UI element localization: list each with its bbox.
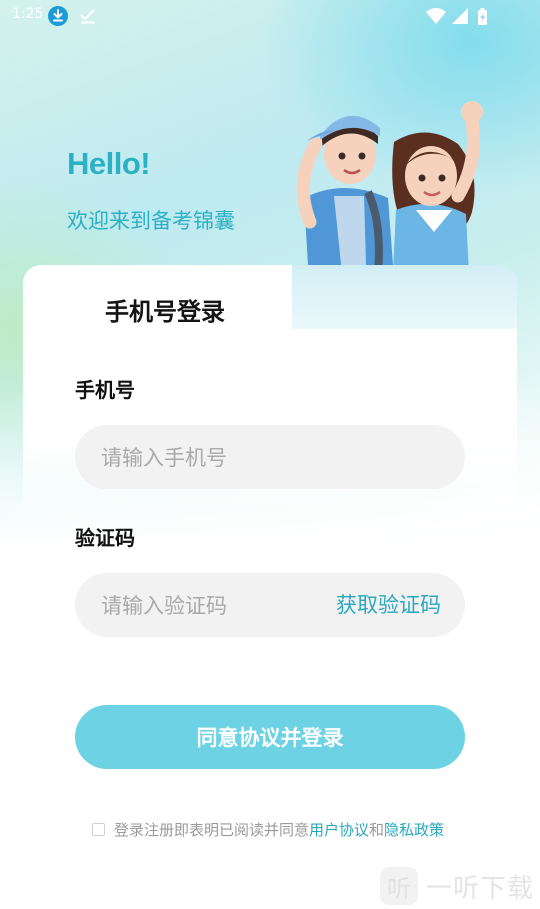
privacy-policy-link[interactable]: 隐私政策 [384, 819, 444, 840]
welcome-subtitle: 欢迎来到备考锦囊 [67, 209, 235, 233]
signal-icon [452, 8, 468, 24]
status-icons [424, 6, 514, 26]
agreement-text: 登录注册即表明已阅读并同意 [114, 820, 310, 839]
agreement-and: 和 [369, 820, 385, 839]
phone-label: 手机号 [75, 378, 135, 402]
status-bar: 1:25 [0, 0, 540, 32]
code-label: 验证码 [75, 526, 135, 550]
login-button[interactable]: 同意协议并登录 [75, 705, 465, 769]
code-input-container: 获取验证码 [75, 573, 465, 639]
agreement-row: 登录注册即表明已阅读并同意 用户协议 和 隐私政策 [92, 818, 444, 840]
watermark-logo: 听 [380, 867, 418, 905]
watermark-text: 一听下载 [426, 873, 535, 904]
phone-input-container [75, 425, 465, 491]
tab-phone-login[interactable]: 手机号登录 [105, 292, 225, 327]
card-tab-decoration [292, 265, 517, 329]
battery-icon [478, 8, 487, 25]
agree-checkbox[interactable] [92, 822, 105, 836]
watermark: 听 一听下载 [380, 866, 534, 906]
wifi-icon [426, 8, 446, 24]
check-icon [78, 6, 98, 26]
status-time: 1:25 [12, 6, 44, 22]
user-agreement-link[interactable]: 用户协议 [309, 819, 369, 840]
greeting-title: Hello! [67, 146, 151, 181]
code-input[interactable] [99, 573, 313, 639]
get-code-button[interactable]: 获取验证码 [336, 573, 441, 637]
phone-input[interactable] [99, 425, 443, 491]
download-icon [48, 6, 68, 26]
